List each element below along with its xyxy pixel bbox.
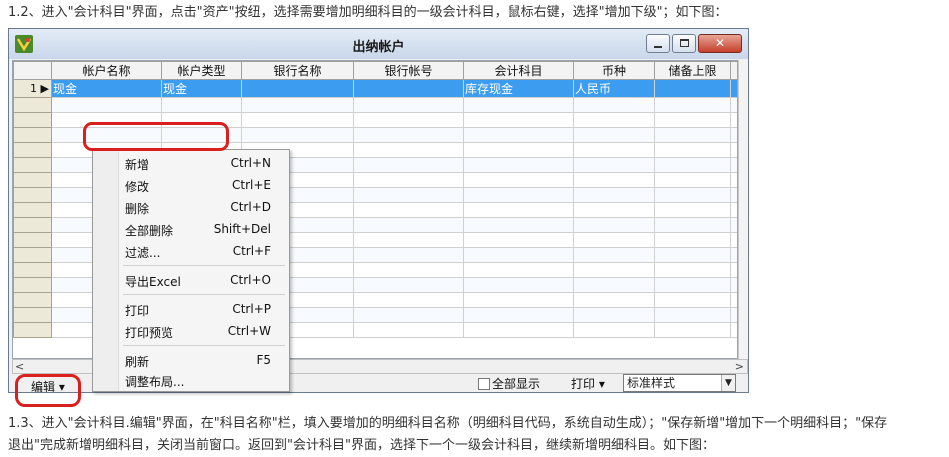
row-header	[13, 157, 52, 173]
minimize-button[interactable]	[646, 34, 670, 53]
menu-item-label: 过滤...	[125, 246, 161, 260]
menu-item-modify[interactable]: 修改 Ctrl+E	[93, 175, 291, 195]
menu-item-filter[interactable]: 过滤... Ctrl+F	[93, 241, 291, 261]
vertical-scrollbar[interactable]	[738, 60, 748, 359]
cell-bank-name[interactable]	[241, 79, 354, 98]
maximize-icon	[680, 39, 689, 47]
menu-item-shortcut: Ctrl+F	[232, 244, 271, 258]
menu-item-label: 新增	[125, 158, 150, 172]
cell-account-name[interactable]: 现金	[51, 79, 162, 98]
menu-separator	[123, 265, 285, 266]
cell-currency[interactable]: 人民币	[573, 79, 655, 98]
row-header	[13, 172, 52, 188]
menu-item-refresh[interactable]: 刷新 F5	[93, 350, 291, 370]
row-header	[13, 112, 52, 128]
menu-item-delete[interactable]: 删除 Ctrl+D	[93, 197, 291, 217]
menu-separator	[123, 345, 285, 346]
print-menu-button[interactable]: 打印 ▾	[571, 375, 605, 392]
layout-style-select[interactable]: 标准样式 ▼	[623, 374, 736, 392]
menu-item-print[interactable]: 打印 Ctrl+P	[93, 299, 291, 319]
row-header	[13, 202, 52, 218]
row-header	[13, 217, 52, 233]
row-header	[13, 307, 52, 323]
show-all-checkbox[interactable]	[478, 377, 490, 390]
row-header	[13, 187, 52, 203]
menu-item-shortcut: Ctrl+D	[230, 200, 271, 214]
row-header	[13, 262, 52, 278]
show-all-label: 全部显示	[492, 377, 541, 391]
col-header-account-type[interactable]: 帐户类型	[161, 61, 242, 80]
row-header	[13, 277, 52, 293]
row-header	[13, 142, 52, 158]
menu-item-shortcut: Ctrl+N	[230, 156, 271, 170]
menu-item-shortcut: Ctrl+W	[227, 324, 271, 338]
col-header-accounting-subject[interactable]: 会计科目	[463, 61, 574, 80]
menu-item-label: 删除	[125, 202, 150, 216]
edit-highlight-circle	[15, 374, 81, 407]
menu-item-label: 刷新	[125, 355, 150, 369]
table-row[interactable]: 1 ▶ 现金 现金 库存现金 人民币	[13, 79, 737, 98]
row-header	[13, 127, 52, 143]
menu-item-shortcut: Shift+Del	[213, 222, 271, 236]
instruction-step-1-3: 1.3、进入"会计科目.编辑"界面，在"科目名称"栏，填入要增加的明细科目名称（…	[8, 416, 888, 431]
menu-item-label: 调整布局...	[125, 375, 185, 389]
menu-item-new[interactable]: 新增 Ctrl+N	[93, 153, 291, 173]
scroll-right-icon[interactable]: >	[735, 360, 744, 373]
menu-item-export-excel[interactable]: 导出Excel Ctrl+O	[93, 270, 291, 290]
menu-item-label: 导出Excel	[125, 275, 181, 289]
menu-item-label: 修改	[125, 180, 150, 194]
title-bar[interactable]: 出纳帐户 ✕	[9, 29, 748, 59]
col-header-truncated[interactable]: 储	[730, 61, 737, 80]
row-header	[13, 322, 52, 338]
menu-item-label: 打印	[125, 304, 150, 318]
row-marker: 1 ▶	[13, 79, 52, 98]
menu-separator	[123, 294, 285, 295]
col-header-account-name[interactable]: 帐户名称	[51, 61, 162, 80]
row-header	[13, 97, 52, 113]
instruction-step-1-2: 1.2、进入"会计科目"界面，点击"资产"按纽，选择需要增加明细科目的一级会计科…	[8, 5, 728, 20]
new-item-highlight-circle	[83, 122, 229, 151]
cashier-account-window: 出纳帐户 ✕ 帐户名称 帐户类型 银行名称 银行帐号 会计科目 币种 储备上限 …	[8, 28, 749, 407]
menu-item-shortcut: Ctrl+E	[232, 178, 271, 192]
close-button[interactable]: ✕	[698, 34, 742, 53]
col-header-reserve-limit[interactable]: 储备上限	[654, 61, 731, 80]
row-header	[13, 292, 52, 308]
col-header-bank-account[interactable]: 银行帐号	[353, 61, 464, 80]
row-header	[13, 232, 52, 248]
menu-item-shortcut: Ctrl+P	[232, 302, 271, 316]
col-header-currency[interactable]: 币种	[573, 61, 655, 80]
context-menu: 新增 Ctrl+N 修改 Ctrl+E 删除 Ctrl+D 全部删除 Shift…	[92, 149, 290, 392]
cell-truncated[interactable]	[730, 79, 737, 98]
row-header	[13, 247, 52, 263]
instruction-step-1-3-continued: 退出"完成新增明细科目，关闭当前窗口。返回到"会计科目"界面，选择下一个一级会计…	[8, 438, 715, 453]
window-title: 出纳帐户	[352, 40, 405, 55]
cell-bank-account[interactable]	[353, 79, 464, 98]
menu-item-shortcut: F5	[256, 353, 271, 367]
maximize-button[interactable]	[672, 34, 696, 53]
cell-account-type[interactable]: 现金	[161, 79, 242, 98]
menu-item-print-preview[interactable]: 打印预览 Ctrl+W	[93, 321, 291, 341]
chevron-down-icon[interactable]: ▼	[721, 375, 735, 391]
menu-item-delete-all[interactable]: 全部删除 Shift+Del	[93, 219, 291, 239]
menu-item-label: 全部删除	[125, 224, 174, 238]
table-row[interactable]	[13, 97, 737, 113]
menu-item-label: 打印预览	[125, 326, 174, 340]
close-icon: ✕	[714, 36, 726, 50]
minimize-icon	[654, 46, 662, 48]
menu-item-shortcut: Ctrl+O	[230, 273, 271, 287]
scroll-left-icon[interactable]: <	[15, 360, 24, 373]
row-header-corner	[13, 61, 52, 80]
menu-item-adjust-layout[interactable]: 调整布局...	[93, 370, 291, 390]
layout-style-value: 标准样式	[627, 376, 676, 390]
col-header-bank-name[interactable]: 银行名称	[241, 61, 354, 80]
cell-reserve-limit[interactable]	[654, 79, 731, 98]
show-all-toggle[interactable]: 全部显示	[478, 375, 540, 392]
cell-accounting-subject[interactable]: 库存现金	[463, 79, 574, 98]
